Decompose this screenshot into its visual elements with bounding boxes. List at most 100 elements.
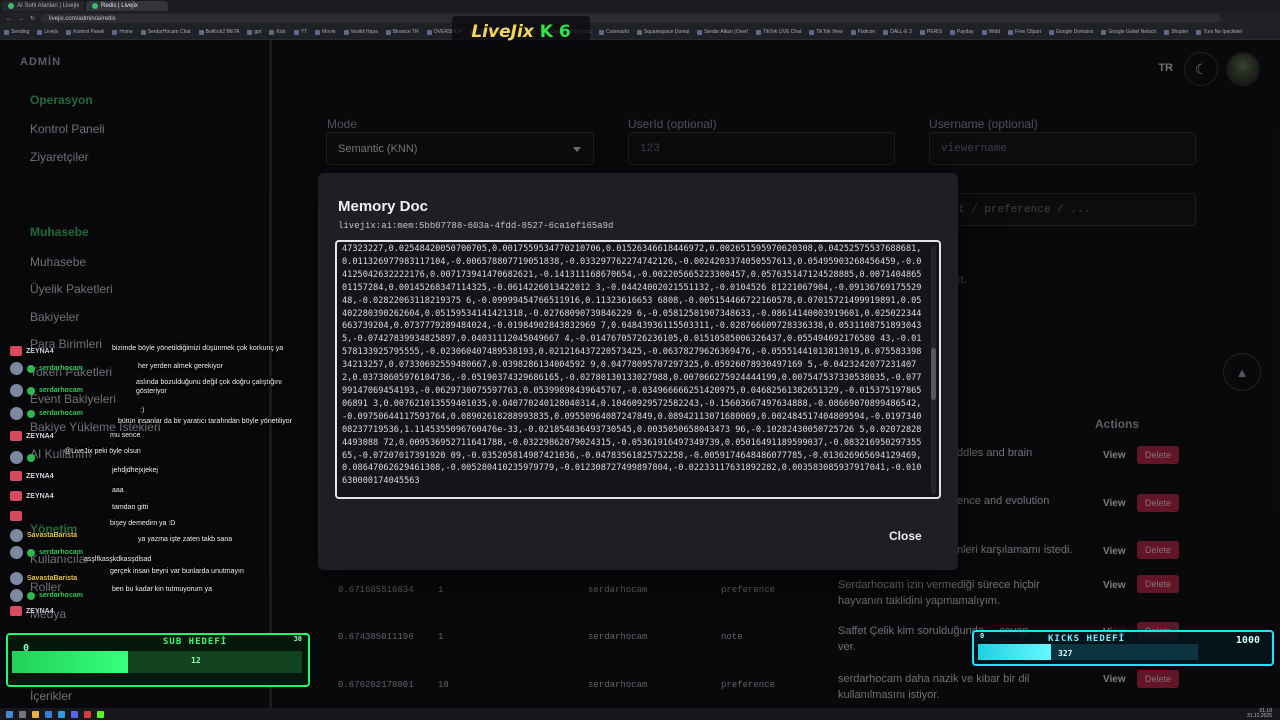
bookmark-item[interactable]: Tum Ne Ipecikleri <box>1196 29 1242 35</box>
bookmark-item[interactable]: Google Gobel Netsch <box>1101 29 1156 35</box>
avatar <box>10 384 23 397</box>
kicks-goal-fill <box>978 644 1051 660</box>
tab-favicon-icon <box>92 3 98 9</box>
chat-message: aslında bozulduğunu değil çok doğru çalı… <box>136 379 282 395</box>
bookmark-icon <box>112 29 118 35</box>
folder-icon[interactable] <box>32 710 39 718</box>
bookmark-item[interactable]: Home <box>112 29 133 35</box>
chat-message: asşlfkasşkdkasşdlsad <box>84 556 152 563</box>
sub-goal-value: 12 <box>191 656 201 665</box>
tab-favicon-icon <box>8 3 14 9</box>
bookmark-label: Free Clipart <box>1015 29 1042 35</box>
bookmark-item[interactable]: Sending <box>4 29 29 35</box>
chat-username: serdarhocam <box>39 387 83 394</box>
back-icon[interactable]: ← <box>6 16 12 22</box>
bookmark-label: SerdarHocam Chat <box>147 29 191 35</box>
bookmark-icon <box>636 29 642 35</box>
verified-icon <box>27 409 35 418</box>
kick-icon <box>10 346 22 356</box>
kick-icon <box>10 606 22 616</box>
bookmark-item[interactable]: Kick <box>269 29 286 35</box>
browser-tab-active[interactable]: Redis | Livejix <box>86 1 168 11</box>
bookmark-item[interactable]: TikTok View <box>809 29 843 35</box>
bookmark-icon <box>426 29 432 35</box>
reload-icon[interactable]: ↻ <box>30 15 35 22</box>
discord-icon[interactable] <box>71 710 78 718</box>
livejix-logo: LiveJix K 6 <box>452 16 590 48</box>
bookmark-label: TikTok LIVE Chat <box>762 29 802 35</box>
bookmark-item[interactable]: Vesikli Haya <box>343 29 378 35</box>
doc-scroll-thumb[interactable] <box>931 348 936 400</box>
bookmark-label: Google Domains <box>1056 29 1094 35</box>
chat-username: serdarhocam <box>39 365 83 372</box>
bookmark-item[interactable]: Flaticon <box>850 29 875 35</box>
avatar <box>10 407 23 420</box>
bookmark-item[interactable]: Serdar Alkan (Overl <box>697 29 748 35</box>
bookmark-item[interactable]: Coinmarkt <box>599 29 629 35</box>
browser-icon[interactable] <box>45 710 52 718</box>
bookmark-item[interactable]: TikTok LIVE Chat <box>755 29 802 35</box>
bookmark-label: Tum Ne Ipecikleri <box>1203 29 1243 35</box>
chat-username: ZEYNA4 <box>26 347 54 355</box>
tab-label: AI Sohl Alanlari | Livejix <box>17 3 80 9</box>
bookmark-icon <box>293 29 299 35</box>
bookmark-item[interactable]: YT <box>293 29 307 35</box>
bookmark-label: Payday <box>956 29 974 35</box>
chat-username: ZEYNA4 <box>26 492 54 500</box>
app-icon[interactable] <box>84 710 91 718</box>
bookmark-icon <box>850 29 856 35</box>
forward-icon[interactable]: → <box>18 16 24 22</box>
vscode-icon[interactable] <box>58 710 65 718</box>
memory-doc-textarea[interactable]: 47323227,0.02548420050700705,0.001755953… <box>335 240 941 499</box>
bookmark-item[interactable]: BotKick2 BETA <box>198 29 239 35</box>
bookmark-item[interactable]: Shopier <box>1164 29 1188 35</box>
kick-icon <box>10 511 22 521</box>
bookmark-icon <box>949 29 955 35</box>
browser-tab[interactable]: AI Sohl Alanlari | Livejix <box>2 1 84 11</box>
bookmark-icon <box>1164 29 1170 35</box>
bookmark-icon <box>343 29 349 35</box>
os-taskbar: 01:19 31.12.2025 <box>0 708 1280 720</box>
bookmark-label: Livejix <box>44 29 59 35</box>
search-icon[interactable] <box>19 710 26 718</box>
doc-scrollbar[interactable] <box>931 246 936 494</box>
bookmark-label: Binance TR <box>392 29 419 35</box>
kick-icon <box>10 431 22 441</box>
stream-chat-overlay: ZEYNA4 bizimde böyle yönetildiğimizi düş… <box>10 340 328 630</box>
start-icon[interactable] <box>6 710 13 718</box>
bookmark-label: Sending <box>11 29 30 35</box>
bookmark-item[interactable]: SerdarHocam Chat <box>140 29 191 35</box>
bookmark-label: Squarespace Domai <box>643 29 690 35</box>
bookmark-icon <box>883 29 889 35</box>
bookmark-item[interactable]: Payday <box>949 29 974 35</box>
bookmark-item[interactable]: DALL-E 3 <box>883 29 912 35</box>
bookmark-label: Shopier <box>1171 29 1189 35</box>
sub-goal-target: 30 <box>293 635 302 643</box>
bookmark-icon <box>66 29 72 35</box>
bookmark-item[interactable]: gpt <box>247 29 261 35</box>
bookmark-icon <box>1008 29 1014 35</box>
chat-message: aaa <box>112 487 124 494</box>
bookmark-item[interactable]: Kontrol Paneli <box>66 29 104 35</box>
bookmark-icon <box>919 29 925 35</box>
bookmark-item[interactable]: Widd <box>981 29 1000 35</box>
bookmark-item[interactable]: Google Domains <box>1049 29 1093 35</box>
memory-doc-content: 47323227,0.02548420050700705,0.001755953… <box>342 244 922 487</box>
chat-username: serdarhocam <box>39 410 83 417</box>
chat-username: serdarhocam <box>39 592 83 599</box>
url-input[interactable]: livejix.com/admin/ai/redis <box>41 14 1222 23</box>
bookmark-item[interactable]: Free Clipart <box>1008 29 1041 35</box>
bookmark-item[interactable]: Squarespace Domai <box>636 29 690 35</box>
bookmark-icon <box>697 29 703 35</box>
bookmark-item[interactable]: Movie <box>315 29 336 35</box>
avatar <box>10 451 23 464</box>
bookmark-label: Kick <box>276 29 286 35</box>
chat-message: :) <box>140 407 145 414</box>
kick-icon <box>10 491 22 501</box>
bookmark-item[interactable]: Binance TR <box>385 29 419 35</box>
bookmark-item[interactable]: Livejix <box>37 29 58 35</box>
bookmark-item[interactable]: PERIS <box>919 29 942 35</box>
kick-app-icon[interactable] <box>97 710 104 718</box>
close-button[interactable]: Close <box>889 529 922 543</box>
verified-icon <box>27 591 35 600</box>
